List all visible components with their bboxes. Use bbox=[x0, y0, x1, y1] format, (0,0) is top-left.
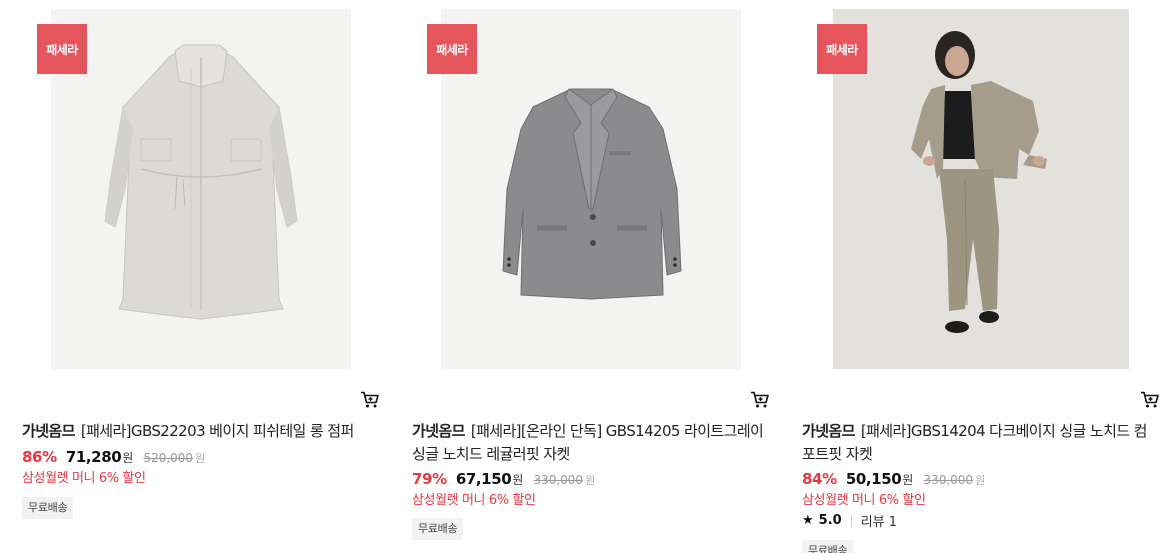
cart-icon bbox=[1141, 391, 1159, 408]
discount-rate: 79% bbox=[412, 470, 447, 488]
add-to-cart-button[interactable] bbox=[360, 391, 380, 409]
free-shipping-tag: 무료배송 bbox=[22, 497, 74, 519]
discount-rate: 84% bbox=[802, 470, 837, 488]
rating-score: 5.0 bbox=[818, 513, 842, 528]
product-image[interactable] bbox=[51, 9, 351, 369]
product-card[interactable]: 패세라 가넷옴므 [패세라]GBS22203 베이지 피쉬테일 롱 점퍼 86% … bbox=[20, 0, 390, 553]
cart-icon bbox=[361, 391, 379, 408]
original-currency-unit: 원 bbox=[585, 474, 596, 487]
rating-row: ★ 5.0 리뷰 1 bbox=[802, 511, 897, 530]
divider bbox=[850, 514, 852, 527]
product-brand: 가넷옴므 bbox=[802, 422, 855, 440]
review-count[interactable]: 리뷰 1 bbox=[861, 511, 897, 530]
product-image[interactable] bbox=[833, 9, 1129, 369]
product-title[interactable]: 가넷옴므 [패세라]GBS22203 베이지 피쉬테일 롱 점퍼 bbox=[22, 420, 374, 443]
product-card[interactable]: 패세라 가넷옴므 [패세라][온라인 단독] GBS14205 라이트그레이 싱글… bbox=[410, 0, 780, 553]
price-row: 86% 71,280원 520,000 원 bbox=[22, 447, 205, 466]
star-icon: ★ bbox=[802, 513, 814, 528]
promo-text: 삼성월렛 머니 6% 할인 bbox=[412, 493, 536, 508]
brand-badge: 패세라 bbox=[817, 24, 867, 74]
brand-badge: 패세라 bbox=[37, 24, 87, 74]
product-name: [패세라]GBS22203 베이지 피쉬테일 롱 점퍼 bbox=[80, 422, 354, 440]
currency-unit: 원 bbox=[902, 473, 914, 487]
sale-price: 67,150 bbox=[455, 470, 512, 488]
free-shipping-tag: 무료배송 bbox=[802, 540, 854, 553]
promo-text: 삼성월렛 머니 6% 할인 bbox=[802, 493, 926, 508]
currency-unit: 원 bbox=[512, 473, 524, 487]
original-price: 330,000 bbox=[923, 473, 974, 487]
product-card[interactable]: 패세라 가넷옴므 [패세라]GBS14204 다크베이지 싱글 노치드 컴포트핏 … bbox=[800, 0, 1170, 553]
light-gray-blazer-image bbox=[441, 9, 741, 369]
product-title[interactable]: 가넷옴므 [패세라][온라인 단독] GBS14205 라이트그레이 싱글 노치드… bbox=[412, 420, 764, 466]
promo-text: 삼성월렛 머니 6% 할인 bbox=[22, 471, 146, 486]
add-to-cart-button[interactable] bbox=[1140, 391, 1160, 409]
product-image[interactable] bbox=[441, 9, 741, 369]
sale-price: 71,280 bbox=[65, 448, 122, 466]
price-row: 84% 50,150원 330,000 원 bbox=[802, 469, 985, 488]
free-shipping-tag: 무료배송 bbox=[412, 518, 464, 540]
sale-price: 50,150 bbox=[845, 470, 902, 488]
discount-rate: 86% bbox=[22, 448, 57, 466]
beige-fishtail-long-coat-image bbox=[51, 9, 351, 369]
original-price: 330,000 bbox=[533, 473, 584, 487]
product-title[interactable]: 가넷옴므 [패세라]GBS14204 다크베이지 싱글 노치드 컴포트핏 자켓 bbox=[802, 420, 1154, 466]
cart-icon bbox=[751, 391, 769, 408]
product-brand: 가넷옴므 bbox=[412, 422, 465, 440]
add-to-cart-button[interactable] bbox=[750, 391, 770, 409]
original-price: 520,000 bbox=[143, 451, 194, 465]
currency-unit: 원 bbox=[122, 451, 134, 465]
original-currency-unit: 원 bbox=[975, 474, 986, 487]
brand-badge: 패세라 bbox=[427, 24, 477, 74]
product-brand: 가넷옴므 bbox=[22, 422, 75, 440]
price-row: 79% 67,150원 330,000 원 bbox=[412, 469, 595, 488]
original-currency-unit: 원 bbox=[195, 452, 206, 465]
model-in-dark-beige-suit-image bbox=[833, 9, 1129, 369]
